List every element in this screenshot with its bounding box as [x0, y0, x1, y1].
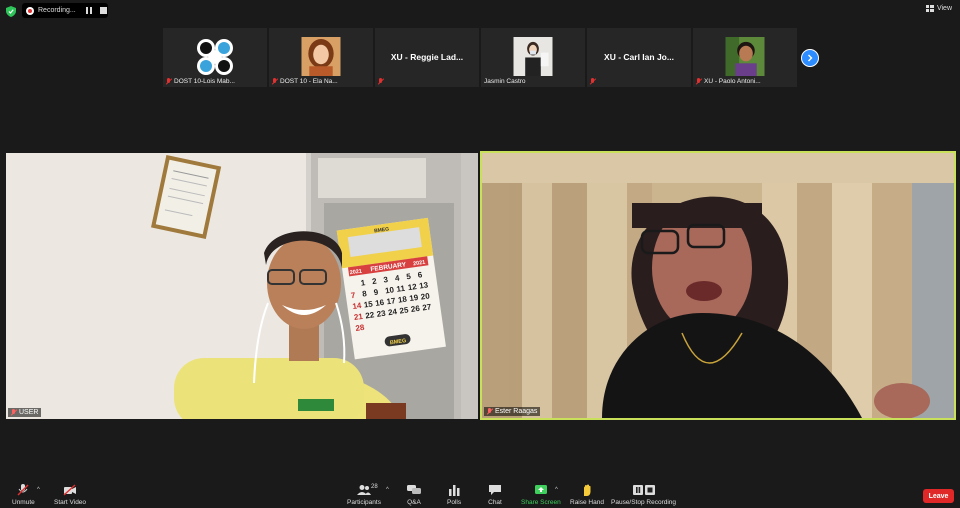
- participant-name: XU - Paolo Antoni...: [696, 78, 761, 85]
- calendar-day: 12: [407, 282, 418, 292]
- participant-tile[interactable]: XU - Carl Ian Jo...: [587, 28, 691, 87]
- leave-button[interactable]: Leave: [923, 489, 954, 503]
- raise-hand-icon: [583, 484, 591, 496]
- calendar-day: 19: [409, 293, 420, 303]
- mic-muted-icon: [590, 78, 596, 85]
- meeting-toolbar: Unmute ^ Start Video Participants 28 ^ Q…: [0, 478, 960, 508]
- participants-count-badge: 28: [371, 484, 378, 490]
- video-name-label: Ester Raagas: [484, 407, 541, 416]
- pause-recording-icon[interactable]: [86, 7, 93, 14]
- calendar-day: 23: [376, 309, 387, 319]
- audio-options-caret[interactable]: ^: [37, 487, 40, 493]
- calendar-day: 10: [384, 285, 395, 295]
- calendar-day: 17: [386, 296, 397, 306]
- participant-display-name: XU - Carl Ian Jo...: [604, 52, 674, 62]
- video-active-speaker[interactable]: Ester Raagas: [480, 151, 956, 420]
- participant-name: Jasmin Castro: [484, 78, 526, 85]
- qa-chat-bubble-icon: [407, 485, 421, 494]
- participant-tile[interactable]: Jasmin Castro: [481, 28, 585, 87]
- calendar-day: 20: [420, 291, 431, 301]
- pause-stop-icon: [632, 485, 655, 495]
- participant-name: DOST 10-Lois Mab...: [166, 78, 235, 85]
- mic-muted-icon: [378, 78, 384, 85]
- mic-muted-icon: [272, 78, 278, 85]
- recording-label: Recording...: [38, 7, 76, 14]
- mic-muted-icon: [11, 409, 17, 416]
- calendar-day: 15: [363, 299, 374, 309]
- calendar-day: 24: [388, 307, 399, 317]
- share-screen-icon: [534, 485, 547, 494]
- participant-strip: DOST 10-Lois Mab... DOST 10 - Ela Na... …: [163, 28, 797, 87]
- participant-display-name: XU - Reggie Lad...: [390, 52, 464, 62]
- start-video-button[interactable]: Start Video: [54, 484, 86, 506]
- recording-indicator: Recording...: [22, 3, 108, 18]
- calendar-day: 16: [375, 298, 386, 308]
- chat-button[interactable]: Chat: [488, 484, 502, 506]
- participant-photo: [725, 37, 765, 76]
- video-name-label: USER: [8, 408, 42, 417]
- video-user[interactable]: BMEG 2021 FEBRUARY 2021 1 2 3 4 5 6 7 8 9 10 11 12 13 14 1…: [6, 153, 478, 419]
- grid-view-icon: [925, 5, 934, 12]
- video-frame-speaker: [482, 153, 954, 418]
- pause-stop-recording-button[interactable]: Pause/Stop Recording: [611, 484, 676, 506]
- calendar-day: 28: [355, 323, 366, 333]
- calendar-day: 13: [419, 280, 430, 290]
- calendar-day: 21: [353, 312, 364, 322]
- participant-photo: [513, 37, 553, 76]
- calendar-day: 26: [410, 304, 421, 314]
- calendar-day: 18: [397, 295, 408, 305]
- participants-options-caret[interactable]: ^: [386, 487, 389, 493]
- mic-muted-icon: [17, 484, 29, 496]
- share-options-caret[interactable]: ^: [555, 487, 558, 493]
- calendar-day: 22: [365, 310, 376, 320]
- participant-photo: [301, 37, 341, 76]
- chat-bubble-icon: [489, 485, 501, 495]
- mic-muted-icon: [696, 78, 702, 85]
- participant-tile[interactable]: DOST 10-Lois Mab...: [163, 28, 267, 87]
- chevron-right-icon: [808, 54, 813, 62]
- view-label: View: [936, 5, 952, 12]
- participant-tile[interactable]: DOST 10 - Ela Na...: [269, 28, 373, 87]
- unmute-button[interactable]: Unmute: [12, 484, 35, 506]
- view-button[interactable]: View: [925, 5, 952, 12]
- dost-logo-icon: [197, 39, 233, 75]
- participant-tile[interactable]: XU - Paolo Antoni...: [693, 28, 797, 87]
- polls-bar-icon: [449, 485, 460, 496]
- video-off-icon: [63, 484, 77, 496]
- next-page-button[interactable]: [801, 49, 819, 67]
- security-shield-icon: [6, 6, 16, 17]
- participant-name: DOST 10 - Ela Na...: [272, 78, 338, 85]
- stop-recording-icon[interactable]: [100, 7, 107, 14]
- calendar-day: 14: [352, 301, 363, 311]
- polls-button[interactable]: Polls: [447, 484, 461, 506]
- participant-name: [590, 78, 596, 85]
- participant-tile[interactable]: XU - Reggie Lad...: [375, 28, 479, 87]
- calendar-day: 27: [422, 302, 433, 312]
- mic-muted-icon: [487, 408, 493, 415]
- mic-muted-icon: [166, 78, 172, 85]
- participant-name: [378, 78, 384, 85]
- participants-icon: [356, 485, 371, 495]
- qa-button[interactable]: Q&A: [407, 484, 421, 506]
- calendar-day: 25: [399, 305, 410, 315]
- recording-dot-icon: [26, 6, 34, 15]
- video-frame-user: BMEG2021 FEBRUARY 20211 2 3 4 5 67 8 9 10 11 12 1314 1…: [6, 153, 478, 419]
- raise-hand-button[interactable]: Raise Hand: [570, 484, 604, 506]
